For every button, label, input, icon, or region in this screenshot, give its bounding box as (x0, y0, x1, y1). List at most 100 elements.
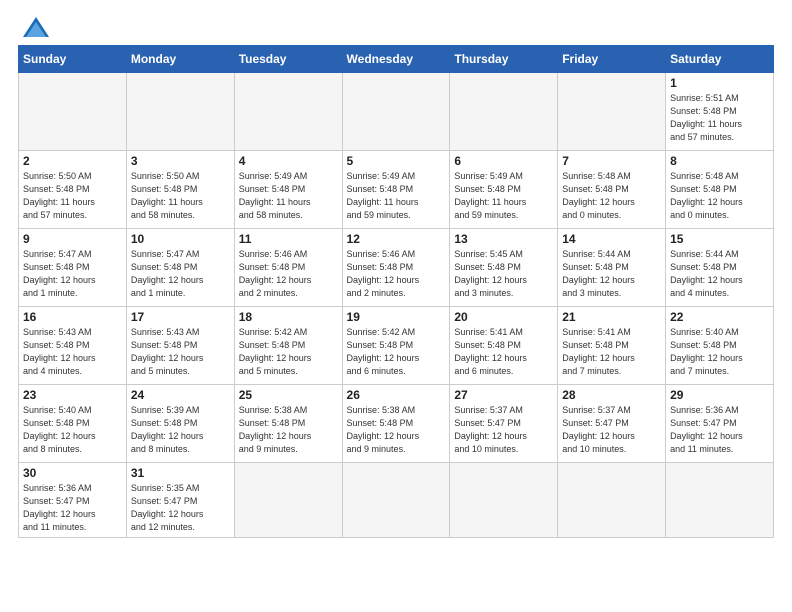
day-info: Sunrise: 5:43 AMSunset: 5:48 PMDaylight:… (23, 326, 122, 378)
day-info: Sunrise: 5:36 AMSunset: 5:47 PMDaylight:… (670, 404, 769, 456)
day-info: Sunrise: 5:41 AMSunset: 5:48 PMDaylight:… (454, 326, 553, 378)
day-number: 4 (239, 154, 338, 168)
day-info: Sunrise: 5:40 AMSunset: 5:48 PMDaylight:… (670, 326, 769, 378)
day-number: 20 (454, 310, 553, 324)
calendar-cell: 22 Sunrise: 5:40 AMSunset: 5:48 PMDayligh… (666, 307, 774, 385)
day-info: Sunrise: 5:48 AMSunset: 5:48 PMDaylight:… (562, 170, 661, 222)
day-info: Sunrise: 5:46 AMSunset: 5:48 PMDaylight:… (347, 248, 446, 300)
day-info: Sunrise: 5:35 AMSunset: 5:47 PMDaylight:… (131, 482, 230, 534)
day-info: Sunrise: 5:38 AMSunset: 5:48 PMDaylight:… (347, 404, 446, 456)
day-info: Sunrise: 5:47 AMSunset: 5:48 PMDaylight:… (23, 248, 122, 300)
page: SundayMondayTuesdayWednesdayThursdayFrid… (0, 0, 792, 612)
calendar-cell: 31Sunrise: 5:35 AMSunset: 5:47 PMDayligh… (126, 463, 234, 538)
day-info: Sunrise: 5:49 AMSunset: 5:48 PMDaylight:… (239, 170, 338, 222)
logo (18, 16, 50, 39)
day-info: Sunrise: 5:40 AMSunset: 5:48 PMDaylight:… (23, 404, 122, 456)
calendar-cell: 13Sunrise: 5:45 AMSunset: 5:48 PMDayligh… (450, 229, 558, 307)
day-number: 27 (454, 388, 553, 402)
calendar-cell: 16 Sunrise: 5:43 AMSunset: 5:48 PMDayligh… (19, 307, 127, 385)
day-info: Sunrise: 5:50 AMSunset: 5:48 PMDaylight:… (23, 170, 122, 222)
calendar-cell: 18 Sunrise: 5:42 AMSunset: 5:48 PMDayligh… (234, 307, 342, 385)
day-number: 24 (131, 388, 230, 402)
day-number: 17 (131, 310, 230, 324)
calendar-cell: 23 Sunrise: 5:40 AMSunset: 5:48 PMDayligh… (19, 385, 127, 463)
day-number: 16 (23, 310, 122, 324)
day-number: 1 (670, 76, 769, 90)
day-info: Sunrise: 5:50 AMSunset: 5:48 PMDaylight:… (131, 170, 230, 222)
day-number: 23 (23, 388, 122, 402)
calendar-cell (126, 73, 234, 151)
day-number: 26 (347, 388, 446, 402)
calendar-cell: 29 Sunrise: 5:36 AMSunset: 5:47 PMDayligh… (666, 385, 774, 463)
calendar-row-1: 2 Sunrise: 5:50 AMSunset: 5:48 PMDaylight… (19, 151, 774, 229)
calendar-cell: 2 Sunrise: 5:50 AMSunset: 5:48 PMDaylight… (19, 151, 127, 229)
day-number: 2 (23, 154, 122, 168)
day-number: 8 (670, 154, 769, 168)
day-info: Sunrise: 5:44 AMSunset: 5:48 PMDaylight:… (670, 248, 769, 300)
day-number: 3 (131, 154, 230, 168)
day-info: Sunrise: 5:37 AMSunset: 5:47 PMDaylight:… (454, 404, 553, 456)
calendar-cell-empty (666, 463, 774, 538)
calendar-cell (19, 73, 127, 151)
calendar-cell: 30Sunrise: 5:36 AMSunset: 5:47 PMDayligh… (19, 463, 127, 538)
calendar-cell: 26 Sunrise: 5:38 AMSunset: 5:48 PMDayligh… (342, 385, 450, 463)
day-number: 21 (562, 310, 661, 324)
calendar-cell: 10Sunrise: 5:47 AMSunset: 5:48 PMDayligh… (126, 229, 234, 307)
calendar-cell: 15 Sunrise: 5:44 AMSunset: 5:48 PMDayligh… (666, 229, 774, 307)
weekday-header-wednesday: Wednesday (342, 46, 450, 73)
day-info: Sunrise: 5:44 AMSunset: 5:48 PMDaylight:… (562, 248, 661, 300)
day-number: 14 (562, 232, 661, 246)
calendar-cell-empty (450, 463, 558, 538)
calendar-cell: 8Sunrise: 5:48 AMSunset: 5:48 PMDaylight… (666, 151, 774, 229)
day-info: Sunrise: 5:43 AMSunset: 5:48 PMDaylight:… (131, 326, 230, 378)
day-number: 9 (23, 232, 122, 246)
day-info: Sunrise: 5:39 AMSunset: 5:48 PMDaylight:… (131, 404, 230, 456)
weekday-header-row: SundayMondayTuesdayWednesdayThursdayFrid… (19, 46, 774, 73)
calendar-cell: 5Sunrise: 5:49 AMSunset: 5:48 PMDaylight… (342, 151, 450, 229)
calendar-cell-empty (558, 463, 666, 538)
day-number: 7 (562, 154, 661, 168)
weekday-header-tuesday: Tuesday (234, 46, 342, 73)
day-info: Sunrise: 5:51 AMSunset: 5:48 PMDaylight:… (670, 92, 769, 144)
calendar-cell: 27 Sunrise: 5:37 AMSunset: 5:47 PMDayligh… (450, 385, 558, 463)
calendar-cell: 4 Sunrise: 5:49 AMSunset: 5:48 PMDaylight… (234, 151, 342, 229)
day-number: 15 (670, 232, 769, 246)
day-info: Sunrise: 5:49 AMSunset: 5:48 PMDaylight:… (454, 170, 553, 222)
calendar-cell: 6 Sunrise: 5:49 AMSunset: 5:48 PMDaylight… (450, 151, 558, 229)
calendar-cell: 28Sunrise: 5:37 AMSunset: 5:47 PMDayligh… (558, 385, 666, 463)
calendar-cell (558, 73, 666, 151)
calendar-cell: 19 Sunrise: 5:42 AMSunset: 5:48 PMDayligh… (342, 307, 450, 385)
day-info: Sunrise: 5:42 AMSunset: 5:48 PMDaylight:… (347, 326, 446, 378)
logo-area (18, 16, 50, 39)
calendar-cell: 12Sunrise: 5:46 AMSunset: 5:48 PMDayligh… (342, 229, 450, 307)
logo-icon (22, 16, 50, 38)
calendar-row-0: 1 Sunrise: 5:51 AMSunset: 5:48 PMDaylight… (19, 73, 774, 151)
calendar-cell: 21 Sunrise: 5:41 AMSunset: 5:48 PMDayligh… (558, 307, 666, 385)
day-number: 19 (347, 310, 446, 324)
day-number: 5 (347, 154, 446, 168)
calendar-cell (234, 73, 342, 151)
calendar-row-5: 30Sunrise: 5:36 AMSunset: 5:47 PMDayligh… (19, 463, 774, 538)
calendar-row-4: 23 Sunrise: 5:40 AMSunset: 5:48 PMDayligh… (19, 385, 774, 463)
calendar-row-3: 16 Sunrise: 5:43 AMSunset: 5:48 PMDayligh… (19, 307, 774, 385)
calendar-cell: 24 Sunrise: 5:39 AMSunset: 5:48 PMDayligh… (126, 385, 234, 463)
day-info: Sunrise: 5:41 AMSunset: 5:48 PMDaylight:… (562, 326, 661, 378)
day-info: Sunrise: 5:42 AMSunset: 5:48 PMDaylight:… (239, 326, 338, 378)
calendar-cell (450, 73, 558, 151)
calendar-cell: 11Sunrise: 5:46 AMSunset: 5:48 PMDayligh… (234, 229, 342, 307)
day-number: 18 (239, 310, 338, 324)
day-number: 6 (454, 154, 553, 168)
day-info: Sunrise: 5:38 AMSunset: 5:48 PMDaylight:… (239, 404, 338, 456)
day-info: Sunrise: 5:45 AMSunset: 5:48 PMDaylight:… (454, 248, 553, 300)
day-info: Sunrise: 5:36 AMSunset: 5:47 PMDaylight:… (23, 482, 122, 534)
weekday-header-saturday: Saturday (666, 46, 774, 73)
calendar-cell (342, 73, 450, 151)
day-number: 28 (562, 388, 661, 402)
day-info: Sunrise: 5:46 AMSunset: 5:48 PMDaylight:… (239, 248, 338, 300)
calendar-cell-empty (234, 463, 342, 538)
calendar: SundayMondayTuesdayWednesdayThursdayFrid… (18, 45, 774, 538)
header (18, 16, 774, 39)
weekday-header-thursday: Thursday (450, 46, 558, 73)
day-number: 22 (670, 310, 769, 324)
day-number: 29 (670, 388, 769, 402)
